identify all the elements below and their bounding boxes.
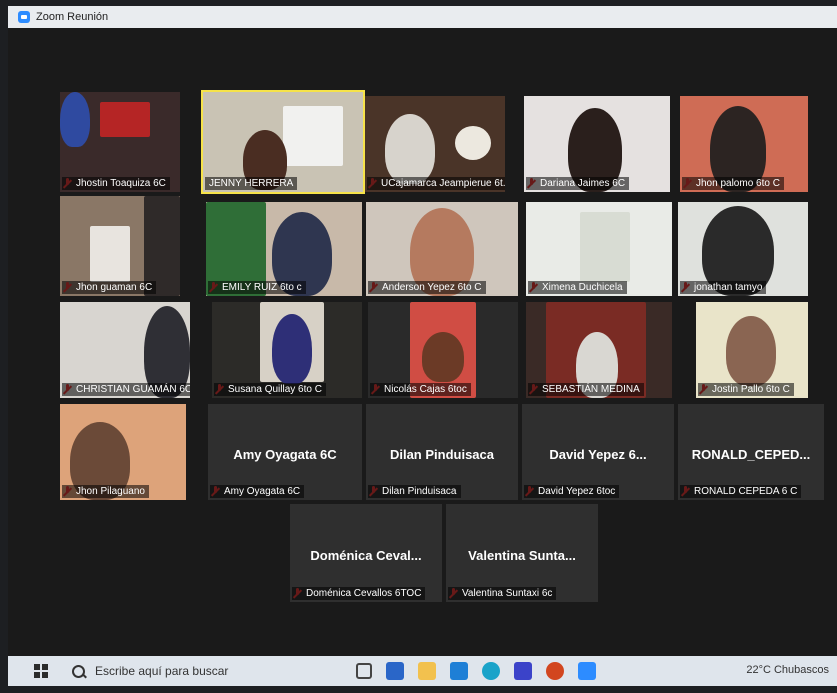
- video-tile[interactable]: Nicolás Cajas 6toc: [368, 302, 518, 398]
- background-object: [100, 102, 150, 137]
- whiteboard: [283, 106, 343, 166]
- windows-start-icon[interactable]: [34, 664, 48, 678]
- zoom-app-icon: [18, 11, 30, 23]
- zoom-taskbar-icon[interactable]: [578, 662, 596, 680]
- search-icon: [72, 664, 85, 678]
- participant-display-name: David Yepez 6...: [549, 447, 647, 463]
- taskbar-apps: [356, 662, 596, 680]
- participant-name: Jhon guaman 6C: [62, 281, 157, 294]
- participant-name: Jhon palomo 6to C: [682, 177, 784, 190]
- file-explorer-icon[interactable]: [418, 662, 436, 680]
- windows-taskbar: Escribe aquí para buscar 22°C Chubascos: [8, 656, 837, 686]
- gallery-view: Jhostin Toaquiza 6C JENNY HERRERA UCajam…: [8, 28, 837, 656]
- participant-name: SEBASTIÁN MEDINA: [528, 383, 644, 396]
- participant-display-name: Doménica Ceval...: [310, 548, 422, 564]
- background-object: [580, 212, 630, 282]
- video-tile[interactable]: UCajamarca Jeampierue 6t...: [365, 96, 505, 192]
- video-tile[interactable]: CHRISTIAN GUAMÁN 6C: [60, 302, 190, 398]
- taskbar-search-box[interactable]: Escribe aquí para buscar: [72, 660, 312, 682]
- audio-only-tile[interactable]: David Yepez 6... David Yepez 6toc: [522, 404, 674, 500]
- edge-browser-icon[interactable]: [482, 662, 500, 680]
- participant-name: Jhostin Toaquiza 6C: [62, 177, 170, 190]
- video-tile[interactable]: Jostin Pallo 6to C: [696, 302, 808, 398]
- audio-only-tile[interactable]: Dilan Pinduisaca Dilan Pinduisaca: [366, 404, 518, 500]
- participant-name: Dariana Jaimes 6C: [526, 177, 630, 190]
- participant-display-name: Valentina Sunta...: [468, 548, 576, 564]
- window-title: Zoom Reunión: [36, 11, 109, 23]
- video-tile[interactable]: Ximena Duchicela: [526, 202, 672, 296]
- zoom-title-bar: Zoom Reunión: [8, 6, 837, 28]
- participant-name: UCajamarca Jeampierue 6t...: [367, 177, 505, 190]
- video-tile[interactable]: SEBASTIÁN MEDINA: [526, 302, 672, 398]
- video-tile[interactable]: Jhon palomo 6to C: [680, 96, 808, 192]
- powerpoint-icon[interactable]: [546, 662, 564, 680]
- background-lamp: [455, 126, 491, 160]
- video-tile[interactable]: Dariana Jaimes 6C: [524, 96, 670, 192]
- participant-name: Ximena Duchicela: [528, 281, 627, 294]
- participant-name: Susana Quillay 6to C: [214, 383, 326, 396]
- video-tile[interactable]: Anderson Yepez 6to C: [366, 202, 518, 296]
- participant-name: Anderson Yepez 6to C: [368, 281, 486, 294]
- participant-figure: [726, 316, 776, 386]
- video-tile[interactable]: jonathan tamyo: [678, 202, 808, 296]
- search-placeholder: Escribe aquí para buscar: [95, 664, 229, 678]
- monitor-screen: Zoom Reunión Jhostin Toaquiza 6C JENNY H…: [8, 6, 837, 686]
- participant-display-name: RONALD_CEPED...: [691, 447, 811, 463]
- audio-only-tile[interactable]: Amy Oyagata 6C Amy Oyagata 6C: [208, 404, 362, 500]
- task-view-icon[interactable]: [356, 663, 372, 679]
- participant-name: JENNY HERRERA: [205, 177, 298, 190]
- mail-icon[interactable]: [450, 662, 468, 680]
- participant-name: CHRISTIAN GUAMÁN 6C: [62, 383, 190, 396]
- video-tile[interactable]: EMILY RUIZ 6to c: [206, 202, 362, 296]
- store-icon[interactable]: [386, 662, 404, 680]
- video-tile[interactable]: Jhon guaman 6C: [60, 196, 180, 296]
- participant-name: David Yepez 6toc: [524, 485, 620, 498]
- participant-figure: [422, 332, 464, 382]
- participant-name: Dilan Pinduisaca: [368, 485, 461, 498]
- chair: [90, 226, 130, 282]
- participant-display-name: Dilan Pinduisaca: [389, 447, 495, 463]
- participant-name: EMILY RUIZ 6to c: [208, 281, 306, 294]
- video-tile[interactable]: Jhon Pilaguano: [60, 404, 186, 500]
- audio-only-tile[interactable]: RONALD_CEPED... RONALD CEPEDA 6 C: [678, 404, 824, 500]
- participant-name: Doménica Cevallos 6TOC: [292, 587, 426, 600]
- audio-only-tile[interactable]: Valentina Sunta... Valentina Suntaxi 6c: [446, 504, 598, 602]
- participant-name: Nicolás Cajas 6toc: [370, 383, 471, 396]
- participant-figure: [385, 114, 435, 184]
- participant-name: Jhon Pilaguano: [62, 485, 149, 498]
- app-icon[interactable]: [514, 662, 532, 680]
- participant-display-name: Amy Oyagata 6C: [233, 447, 337, 463]
- participant-name: RONALD CEPEDA 6 C: [680, 485, 802, 498]
- video-tile[interactable]: Susana Quillay 6to C: [212, 302, 362, 398]
- participant-name: Valentina Suntaxi 6c: [448, 587, 557, 600]
- participant-name: jonathan tamyo: [680, 281, 767, 294]
- participant-name: Amy Oyagata 6C: [210, 485, 305, 498]
- participant-figure: [60, 92, 90, 147]
- weather-widget[interactable]: 22°C Chubascos: [746, 664, 829, 676]
- participant-name: Jostin Pallo 6to C: [698, 383, 794, 396]
- video-tile[interactable]: Jhostin Toaquiza 6C: [60, 92, 180, 192]
- video-tile-active-speaker[interactable]: JENNY HERRERA: [201, 90, 365, 194]
- participant-figure: [272, 314, 312, 384]
- audio-only-tile[interactable]: Doménica Ceval... Doménica Cevallos 6TOC: [290, 504, 442, 602]
